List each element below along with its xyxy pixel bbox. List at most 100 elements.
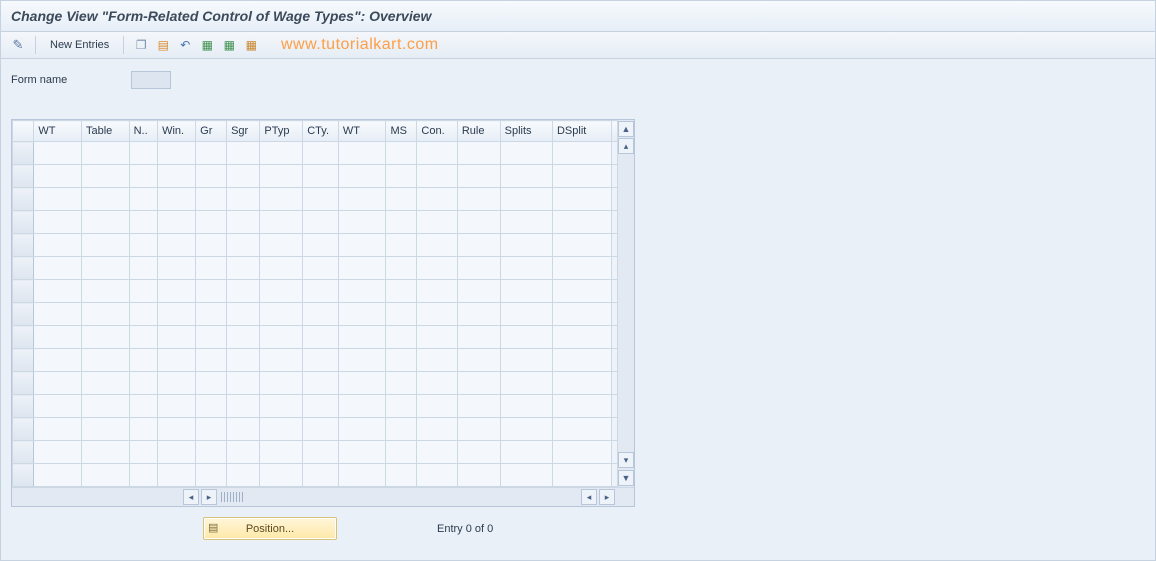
table-row[interactable] xyxy=(13,280,634,303)
row-select-cell[interactable] xyxy=(13,349,34,372)
cell[interactable] xyxy=(196,280,227,303)
row-select-cell[interactable] xyxy=(13,280,34,303)
table-row[interactable] xyxy=(13,303,634,326)
new-entries-button[interactable]: New Entries xyxy=(42,35,117,55)
row-select-cell[interactable] xyxy=(13,211,34,234)
form-name-input[interactable] xyxy=(131,71,171,89)
position-button[interactable]: ▤ Position... xyxy=(203,517,337,540)
cell[interactable] xyxy=(196,257,227,280)
cell[interactable] xyxy=(303,188,339,211)
cell[interactable] xyxy=(129,326,158,349)
cell[interactable] xyxy=(81,165,129,188)
cell[interactable] xyxy=(303,165,339,188)
cell[interactable] xyxy=(227,464,260,487)
cell[interactable] xyxy=(386,326,417,349)
cell[interactable] xyxy=(500,303,552,326)
cell[interactable] xyxy=(129,372,158,395)
cell[interactable] xyxy=(386,303,417,326)
cell[interactable] xyxy=(81,372,129,395)
copy-button[interactable] xyxy=(132,36,150,54)
cell[interactable] xyxy=(500,188,552,211)
cell[interactable] xyxy=(34,165,82,188)
cell[interactable] xyxy=(129,211,158,234)
cell[interactable] xyxy=(260,211,303,234)
cell[interactable] xyxy=(552,418,611,441)
cell[interactable] xyxy=(417,280,457,303)
cell[interactable] xyxy=(417,326,457,349)
row-select-cell[interactable] xyxy=(13,418,34,441)
cell[interactable] xyxy=(303,234,339,257)
cell[interactable] xyxy=(338,441,386,464)
cell[interactable] xyxy=(81,326,129,349)
cell[interactable] xyxy=(500,211,552,234)
cell[interactable] xyxy=(81,257,129,280)
cell[interactable] xyxy=(417,142,457,165)
cell[interactable] xyxy=(81,234,129,257)
cell[interactable] xyxy=(129,188,158,211)
cell[interactable] xyxy=(552,188,611,211)
cell[interactable] xyxy=(196,188,227,211)
cell[interactable] xyxy=(227,349,260,372)
cell[interactable] xyxy=(260,257,303,280)
cell[interactable] xyxy=(196,234,227,257)
cell[interactable] xyxy=(552,464,611,487)
row-select-cell[interactable] xyxy=(13,165,34,188)
row-select-cell[interactable] xyxy=(13,257,34,280)
cell[interactable] xyxy=(34,280,82,303)
cell[interactable] xyxy=(303,441,339,464)
table-row[interactable] xyxy=(13,441,634,464)
toggle-edit-button[interactable] xyxy=(9,36,27,54)
table-row[interactable] xyxy=(13,188,634,211)
cell[interactable] xyxy=(34,418,82,441)
cell[interactable] xyxy=(552,165,611,188)
cell[interactable] xyxy=(386,395,417,418)
cell[interactable] xyxy=(417,418,457,441)
row-select-cell[interactable] xyxy=(13,303,34,326)
cell[interactable] xyxy=(196,142,227,165)
cell[interactable] xyxy=(417,464,457,487)
cell[interactable] xyxy=(338,165,386,188)
cell[interactable] xyxy=(81,418,129,441)
cell[interactable] xyxy=(260,303,303,326)
cell[interactable] xyxy=(196,326,227,349)
cell[interactable] xyxy=(158,395,196,418)
cell[interactable] xyxy=(338,464,386,487)
cell[interactable] xyxy=(500,464,552,487)
cell[interactable] xyxy=(260,326,303,349)
cell[interactable] xyxy=(417,188,457,211)
cell[interactable] xyxy=(457,395,500,418)
cell[interactable] xyxy=(338,372,386,395)
cell[interactable] xyxy=(338,418,386,441)
cell[interactable] xyxy=(386,142,417,165)
cell[interactable] xyxy=(417,211,457,234)
cell[interactable] xyxy=(196,372,227,395)
cell[interactable] xyxy=(129,257,158,280)
col-header[interactable]: PTyp xyxy=(260,121,303,142)
row-select-cell[interactable] xyxy=(13,464,34,487)
row-select-cell[interactable] xyxy=(13,372,34,395)
cell[interactable] xyxy=(227,211,260,234)
cell[interactable] xyxy=(552,257,611,280)
cell[interactable] xyxy=(196,395,227,418)
cell[interactable] xyxy=(338,211,386,234)
cell[interactable] xyxy=(386,372,417,395)
scroll-up-button[interactable]: ▲ xyxy=(618,121,634,137)
col-header[interactable]: Sgr xyxy=(227,121,260,142)
cell[interactable] xyxy=(260,234,303,257)
cell[interactable] xyxy=(386,441,417,464)
vertical-scrollbar[interactable]: ▲ ▴ ▾ ▼ xyxy=(617,120,634,487)
cell[interactable] xyxy=(386,188,417,211)
cell[interactable] xyxy=(196,418,227,441)
undo-button[interactable] xyxy=(176,36,194,54)
col-header[interactable]: Rule xyxy=(457,121,500,142)
cell[interactable] xyxy=(260,418,303,441)
cell[interactable] xyxy=(227,372,260,395)
cell[interactable] xyxy=(81,349,129,372)
table-row[interactable] xyxy=(13,257,634,280)
cell[interactable] xyxy=(81,211,129,234)
cell[interactable] xyxy=(500,395,552,418)
cell[interactable] xyxy=(552,441,611,464)
cell[interactable] xyxy=(303,349,339,372)
cell[interactable] xyxy=(338,234,386,257)
scroll-down-button[interactable]: ▼ xyxy=(618,470,634,486)
